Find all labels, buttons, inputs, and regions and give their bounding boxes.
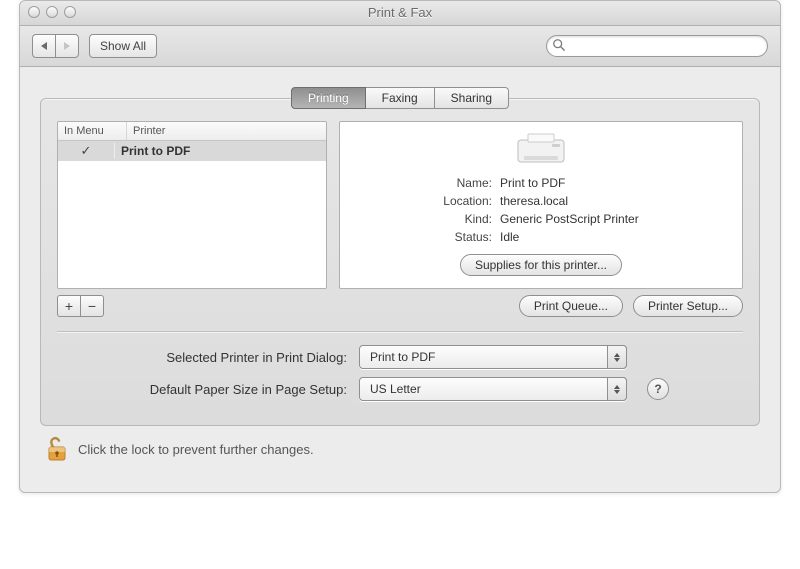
col-header-printer[interactable]: Printer <box>127 122 326 140</box>
printer-detail-panel: Name: Print to PDF Location: theresa.loc… <box>339 121 743 289</box>
popup-arrows-icon <box>607 345 627 369</box>
back-button[interactable] <box>32 34 55 58</box>
lock-row: Click the lock to prevent further change… <box>40 426 760 476</box>
default-paper-value: US Letter <box>370 382 421 396</box>
toolbar: Show All <box>20 26 780 67</box>
default-paper-popup[interactable]: US Letter <box>359 377 627 401</box>
default-paper-row: Default Paper Size in Page Setup: US Let… <box>57 377 743 401</box>
split-row: In Menu Printer ✓ Print to PDF + − <box>57 121 743 317</box>
add-printer-button[interactable]: + <box>57 295 80 317</box>
label-location: Location: <box>443 194 492 208</box>
selected-printer-value: Print to PDF <box>370 350 435 364</box>
printer-detail-grid: Name: Print to PDF Location: theresa.loc… <box>443 176 638 244</box>
tab-sharing[interactable]: Sharing <box>435 87 509 109</box>
divider <box>57 331 743 333</box>
chevron-right-icon <box>64 42 70 50</box>
check-icon: ✓ <box>81 143 92 158</box>
remove-printer-button[interactable]: − <box>80 295 104 317</box>
supplies-button[interactable]: Supplies for this printer... <box>460 254 622 276</box>
tab-faxing[interactable]: Faxing <box>366 87 435 109</box>
tab-printing[interactable]: Printing <box>291 87 366 109</box>
print-queue-button[interactable]: Print Queue... <box>519 295 623 317</box>
search-input[interactable] <box>546 35 768 57</box>
forward-button[interactable] <box>55 34 79 58</box>
search-wrap <box>546 35 768 57</box>
printer-setup-button[interactable]: Printer Setup... <box>633 295 743 317</box>
search-icon <box>552 38 566 52</box>
printer-icon <box>514 132 568 168</box>
in-menu-check[interactable]: ✓ <box>58 143 115 159</box>
add-remove-buttons: + − <box>57 295 104 317</box>
window-titlebar: Print & Fax <box>20 1 780 26</box>
selected-printer-popup[interactable]: Print to PDF <box>359 345 627 369</box>
window-title: Print & Fax <box>20 5 780 20</box>
label-kind: Kind: <box>443 212 492 226</box>
detail-column: Name: Print to PDF Location: theresa.loc… <box>339 121 743 317</box>
printer-action-row: Print Queue... Printer Setup... <box>339 295 743 317</box>
printer-list-header: In Menu Printer <box>58 122 326 141</box>
unlock-icon[interactable] <box>46 436 68 462</box>
popup-arrows-icon <box>607 377 627 401</box>
printer-name-cell: Print to PDF <box>115 144 326 158</box>
label-name: Name: <box>443 176 492 190</box>
value-location: theresa.local <box>500 194 639 208</box>
selected-printer-label: Selected Printer in Print Dialog: <box>57 350 347 365</box>
help-button[interactable]: ? <box>647 378 669 400</box>
nav-back-forward <box>32 34 79 58</box>
value-name: Print to PDF <box>500 176 639 190</box>
show-all-button[interactable]: Show All <box>89 34 157 58</box>
tab-bar: Printing Faxing Sharing <box>40 87 760 109</box>
printer-list-row[interactable]: ✓ Print to PDF <box>58 141 326 161</box>
printer-list[interactable]: In Menu Printer ✓ Print to PDF <box>57 121 327 289</box>
label-status: Status: <box>443 230 492 244</box>
chevron-left-icon <box>41 42 47 50</box>
selected-printer-row: Selected Printer in Print Dialog: Print … <box>57 345 743 369</box>
value-status: Idle <box>500 230 639 244</box>
default-paper-label: Default Paper Size in Page Setup: <box>57 382 347 397</box>
printing-groupbox: In Menu Printer ✓ Print to PDF + − <box>40 98 760 426</box>
value-kind: Generic PostScript Printer <box>500 212 639 226</box>
printer-list-panel: In Menu Printer ✓ Print to PDF + − <box>57 121 327 317</box>
prefs-window: Print & Fax Show All Printing Faxing Sha… <box>19 0 781 493</box>
col-header-in-menu[interactable]: In Menu <box>58 122 127 140</box>
lock-text: Click the lock to prevent further change… <box>78 442 314 457</box>
content-area: Printing Faxing Sharing In Menu Printer … <box>20 67 780 492</box>
